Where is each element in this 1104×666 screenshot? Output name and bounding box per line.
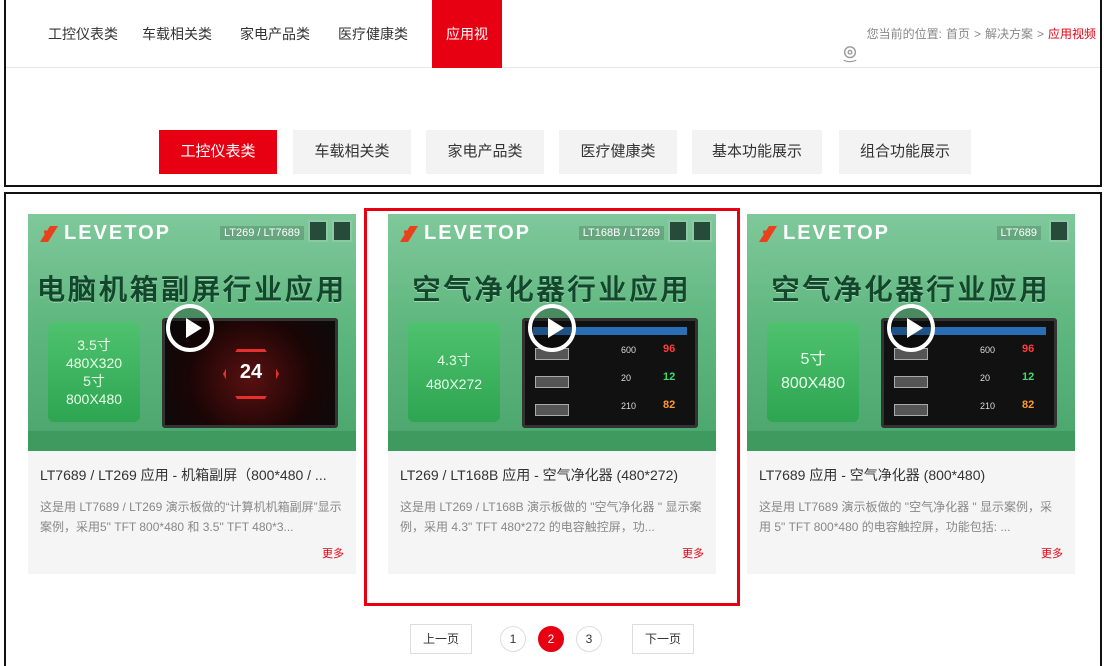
tab-automotive[interactable]: 车载相关类 [293, 130, 411, 174]
spec-box: 5寸 800X480 [767, 322, 859, 422]
card-description: 这是用 LT7689 / LT269 演示板做的“计算机机箱副屏”显示案例，采用… [40, 500, 342, 534]
card-description: 这是用 LT7689 演示板做的 "空气净化器 " 显示案例，采用 5" TFT… [759, 500, 1052, 534]
nav-item-industrial[interactable]: 工控仪表类 [40, 0, 126, 68]
breadcrumb: 您当前的位置: 首页 > 解决方案 > 应用视频 [841, 0, 1096, 68]
video-card[interactable]: LEVETOP LT269 / LT7689 电脑机箱副屏行业应用 3.5寸 4… [28, 214, 356, 574]
gauge-value: 24 [239, 361, 263, 383]
card-info: LT7689 应用 - 空气净化器 (800*480) 这是用 LT7689 演… [747, 451, 1075, 574]
breadcrumb-sep: > [973, 27, 981, 41]
page-2-button[interactable]: 2 [538, 626, 564, 652]
nav-item-medical[interactable]: 医疗健康类 [330, 0, 416, 68]
category-tabs: 工控仪表类 车载相关类 家电产品类 医疗健康类 基本功能展示 组合功能展示 [6, 130, 1100, 174]
screen-row: 20 12 [894, 371, 1044, 389]
page-3-button[interactable]: 3 [576, 626, 602, 652]
card-title[interactable]: LT7689 / LT269 应用 - 机箱副屏（800*480 / ... [40, 465, 344, 485]
tab-appliance[interactable]: 家电产品类 [426, 130, 544, 174]
content-section: LEVETOP LT269 / LT7689 电脑机箱副屏行业应用 3.5寸 4… [4, 192, 1102, 666]
chip-label: LT269 / LT7689 [219, 226, 304, 240]
levetop-logo: LEVETOP [38, 222, 171, 245]
levetop-logo: LEVETOP [757, 222, 890, 245]
spec-box: 3.5寸 480X320 5寸 800X480 [48, 322, 140, 422]
tab-medical[interactable]: 医疗健康类 [559, 130, 677, 174]
nav-item-appliance[interactable]: 家电产品类 [232, 0, 318, 68]
top-section: 工控仪表类 车载相关类 家电产品类 医疗健康类 应用视频 您当前的位置: 首页 … [4, 0, 1102, 187]
screen-row: 210 82 [894, 399, 1044, 417]
video-card[interactable]: LEVETOP LT7689 空气净化器行业应用 5寸 800X480 600 9… [747, 214, 1075, 574]
card-title[interactable]: LT7689 应用 - 空气净化器 (800*480) [759, 465, 1063, 485]
highlight-frame [364, 208, 740, 606]
tab-basic-functions[interactable]: 基本功能展示 [692, 130, 822, 174]
chip-label: LT7689 [996, 226, 1041, 240]
next-page-button[interactable]: 下一页 [632, 624, 694, 654]
breadcrumb-home[interactable]: 首页 [946, 0, 970, 68]
card-info: LT7689 / LT269 应用 - 机箱副屏（800*480 / ... 这… [28, 451, 356, 574]
thumbnail-headline: 空气净化器行业应用 [771, 274, 1051, 305]
more-link[interactable]: 更多 [1041, 545, 1063, 561]
nav-item-automotive[interactable]: 车载相关类 [134, 0, 220, 68]
video-thumbnail[interactable]: LEVETOP LT7689 空气净化器行业应用 5寸 800X480 600 9… [747, 214, 1075, 451]
page-1-button[interactable]: 1 [500, 626, 526, 652]
play-icon[interactable] [887, 304, 935, 352]
chip-icon [308, 220, 328, 242]
chip-icon [1049, 220, 1069, 242]
more-link[interactable]: 更多 [322, 545, 344, 561]
tab-combined-functions[interactable]: 组合功能展示 [839, 130, 971, 174]
breadcrumb-sep: > [1036, 27, 1044, 41]
breadcrumb-solutions[interactable]: 解决方案 [985, 0, 1033, 68]
prev-page-button[interactable]: 上一页 [410, 624, 472, 654]
breadcrumb-current: 应用视频 [1047, 27, 1096, 41]
chip-icon [332, 220, 352, 242]
nav-item-app-video[interactable]: 应用视频 [432, 0, 502, 110]
breadcrumb-prefix: 您当前的位置: [866, 27, 942, 41]
pagination: 上一页 1 2 3 下一页 [6, 624, 1100, 654]
top-nav: 工控仪表类 车载相关类 家电产品类 医疗健康类 应用视频 您当前的位置: 首页 … [6, 0, 1100, 110]
thumbnail-headline: 电脑机箱副屏行业应用 [36, 274, 347, 305]
location-pin-icon [841, 25, 859, 63]
play-icon[interactable] [166, 304, 214, 352]
tab-industrial[interactable]: 工控仪表类 [159, 130, 277, 174]
video-thumbnail[interactable]: LEVETOP LT269 / LT7689 电脑机箱副屏行业应用 3.5寸 4… [28, 214, 356, 451]
